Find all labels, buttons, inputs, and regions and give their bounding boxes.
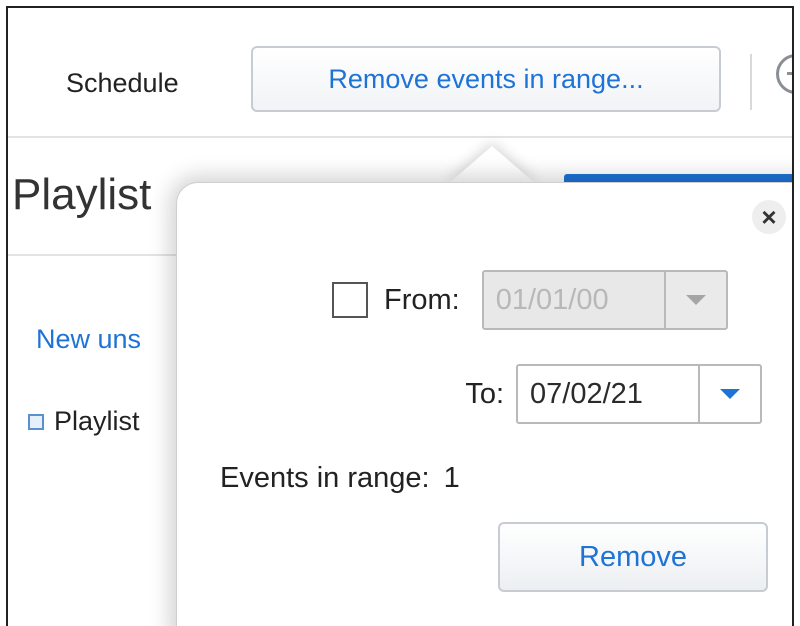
page-title: Playlist xyxy=(12,170,152,219)
new-item-link[interactable]: New uns xyxy=(36,324,141,355)
events-in-range-label: Events in range: xyxy=(220,462,430,494)
list-item-checkbox[interactable] xyxy=(28,413,44,430)
minus-circle-icon[interactable] xyxy=(776,54,792,94)
to-dropdown-button[interactable] xyxy=(700,366,760,422)
remove-events-in-range-button[interactable]: Remove events in range... xyxy=(251,46,721,112)
chevron-down-icon xyxy=(720,389,740,399)
from-date-picker[interactable]: 01/01/00 xyxy=(481,270,728,330)
toolbar-divider xyxy=(750,54,752,110)
to-date-picker[interactable]: 07/02/21 xyxy=(516,364,762,424)
from-date-value[interactable]: 01/01/00 xyxy=(483,272,666,328)
from-row: From: 01/01/00 xyxy=(332,270,728,330)
to-row: To: 07/02/21 xyxy=(438,364,762,424)
remove-button[interactable]: Remove xyxy=(498,522,768,592)
toolbar-divider-line xyxy=(8,136,792,138)
popup-pointer xyxy=(448,146,536,184)
events-in-range-count: 1 xyxy=(443,462,460,494)
list-item[interactable]: Playlist xyxy=(28,406,140,437)
to-label: To: xyxy=(465,377,504,410)
schedule-label: Schedule xyxy=(66,68,179,98)
from-label: From: xyxy=(384,283,460,316)
from-checkbox[interactable] xyxy=(332,282,368,318)
section-divider xyxy=(8,254,188,256)
close-icon[interactable]: × xyxy=(752,200,786,234)
events-in-range-row: Events in range: 1 xyxy=(220,462,460,495)
list-item-label: Playlist xyxy=(54,406,140,436)
from-dropdown-button[interactable] xyxy=(666,272,726,328)
window: Schedule Remove events in range... Playl… xyxy=(6,6,794,626)
to-date-value[interactable]: 07/02/21 xyxy=(518,366,700,422)
chevron-down-icon xyxy=(685,295,706,305)
